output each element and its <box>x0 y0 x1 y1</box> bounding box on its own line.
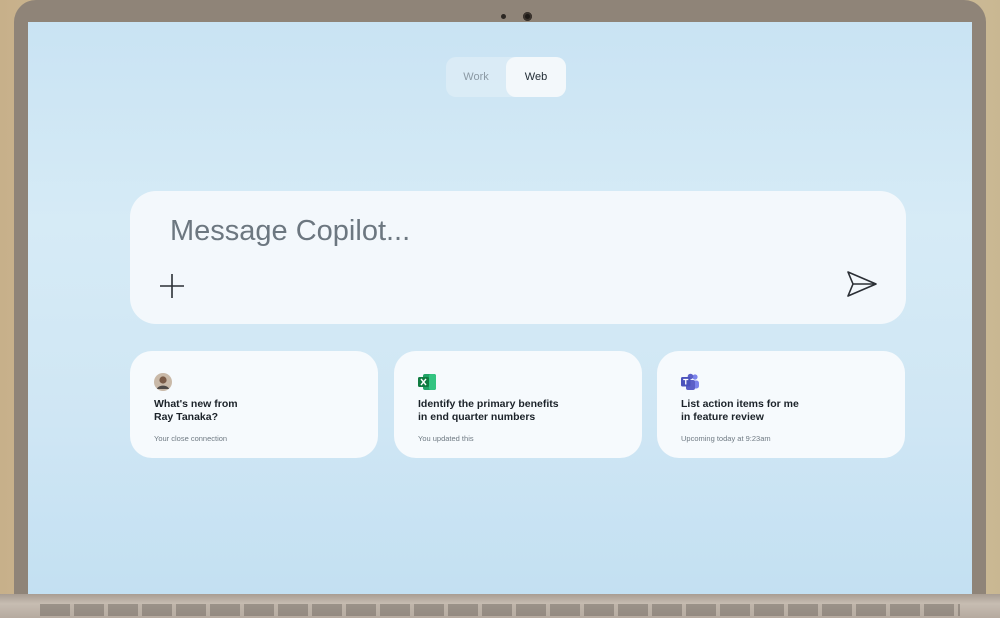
suggestion-card[interactable]: Identify the primary benefits in end qua… <box>394 351 642 458</box>
copilot-screen: Work Web Message Copilot... What's new f… <box>28 22 972 594</box>
webcam-icon <box>523 12 532 21</box>
card-subtitle: You updated this <box>418 434 474 443</box>
card-title: List action items for me in feature revi… <box>681 398 799 423</box>
card-title: Identify the primary benefits in end qua… <box>418 398 559 423</box>
work-web-toggle: Work Web <box>446 57 566 97</box>
person-avatar-icon <box>154 373 172 391</box>
toggle-web[interactable]: Web <box>506 57 566 97</box>
suggestion-card[interactable]: What's new from Ray Tanaka? Your close c… <box>130 351 378 458</box>
excel-icon <box>418 374 436 390</box>
plus-icon[interactable] <box>157 271 187 301</box>
card-subtitle: Upcoming today at 9:23am <box>681 434 771 443</box>
suggestion-card[interactable]: List action items for me in feature revi… <box>657 351 905 458</box>
message-composer[interactable]: Message Copilot... <box>130 191 906 324</box>
toggle-work[interactable]: Work <box>446 57 506 97</box>
keyboard-keys <box>40 604 960 616</box>
card-title: What's new from Ray Tanaka? <box>154 398 238 423</box>
card-subtitle: Your close connection <box>154 434 228 443</box>
teams-icon <box>681 373 699 390</box>
camera-sensor <box>501 14 506 19</box>
send-icon[interactable] <box>845 269 879 299</box>
message-input[interactable]: Message Copilot... <box>170 215 410 248</box>
